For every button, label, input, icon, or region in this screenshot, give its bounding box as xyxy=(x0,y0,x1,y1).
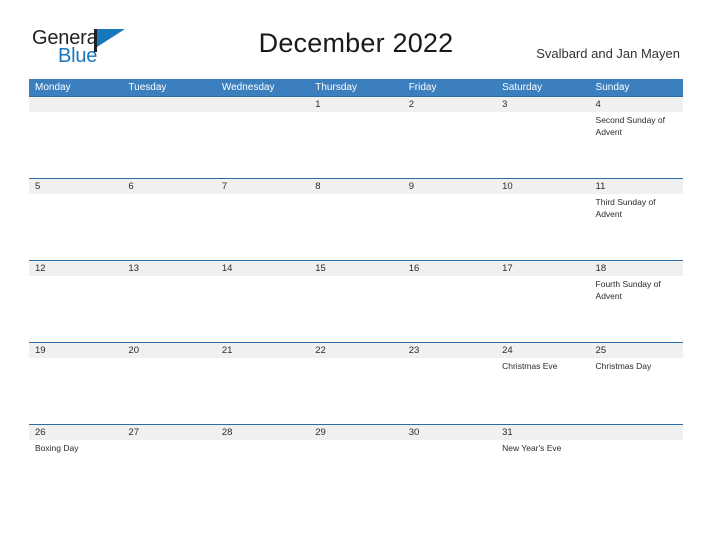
day-event xyxy=(309,358,402,424)
day-event xyxy=(216,194,309,260)
day-number[interactable]: 8 xyxy=(309,179,402,194)
day-event xyxy=(403,112,496,178)
weekday-header-monday: Monday xyxy=(35,82,71,93)
weekday-header-sunday: Sunday xyxy=(595,82,630,93)
day-number[interactable]: 27 xyxy=(122,425,215,440)
week-date-band: 12 13 14 15 16 17 18 xyxy=(29,261,683,276)
day-number[interactable]: 5 xyxy=(29,179,122,194)
day-number[interactable]: 21 xyxy=(216,343,309,358)
day-event xyxy=(216,276,309,342)
day-number[interactable]: 19 xyxy=(29,343,122,358)
day-event xyxy=(29,358,122,424)
day-event xyxy=(403,358,496,424)
day-number[interactable]: 12 xyxy=(29,261,122,276)
week-date-band: 26 27 28 29 30 31 xyxy=(29,425,683,440)
day-event xyxy=(122,194,215,260)
day-event xyxy=(216,112,309,178)
day-number[interactable]: 18 xyxy=(590,261,683,276)
weekday-header-tuesday: Tuesday xyxy=(128,82,167,93)
page-header: General Blue December 2022 Svalbard and … xyxy=(0,0,712,66)
day-number[interactable] xyxy=(216,97,309,112)
day-event: New Year's Eve xyxy=(502,443,562,453)
weekday-header-friday: Friday xyxy=(408,82,437,93)
week-date-band: 1 2 3 4 xyxy=(29,97,683,112)
day-event xyxy=(309,112,402,178)
day-number[interactable]: 9 xyxy=(403,179,496,194)
day-event: Boxing Day xyxy=(35,443,79,453)
weekday-header-thursday: Thursday xyxy=(315,82,357,93)
day-number[interactable] xyxy=(122,97,215,112)
day-number[interactable]: 7 xyxy=(216,179,309,194)
day-number[interactable]: 26 xyxy=(29,425,122,440)
day-event: Christmas Eve xyxy=(502,361,558,371)
week-row: 26 27 28 29 30 31 Boxing Day New Year's … xyxy=(29,424,683,506)
day-number[interactable]: 22 xyxy=(309,343,402,358)
day-number[interactable]: 28 xyxy=(216,425,309,440)
day-number[interactable] xyxy=(29,97,122,112)
calendar-grid: Monday Tuesday Wednesday Thursday Friday… xyxy=(29,79,683,506)
day-number[interactable]: 14 xyxy=(216,261,309,276)
day-event xyxy=(29,112,122,178)
day-event xyxy=(590,440,683,506)
day-event xyxy=(29,276,122,342)
day-event xyxy=(122,276,215,342)
week-event-band: Third Sunday of Advent xyxy=(29,194,683,260)
day-event xyxy=(309,440,402,506)
day-event: Second Sunday of Advent xyxy=(595,115,666,137)
day-number[interactable]: 25 xyxy=(590,343,683,358)
day-event xyxy=(122,112,215,178)
day-event xyxy=(29,194,122,260)
day-number[interactable]: 24 xyxy=(496,343,589,358)
day-event xyxy=(403,194,496,260)
week-event-band: Fourth Sunday of Advent xyxy=(29,276,683,342)
week-row: 19 20 21 22 23 24 25 Christmas Eve Chris… xyxy=(29,342,683,424)
day-number[interactable]: 11 xyxy=(590,179,683,194)
day-number[interactable]: 16 xyxy=(403,261,496,276)
day-number[interactable]: 1 xyxy=(309,97,402,112)
region-subtitle: Svalbard and Jan Mayen xyxy=(536,46,680,61)
day-number[interactable]: 4 xyxy=(590,97,683,112)
day-event xyxy=(403,440,496,506)
week-event-band: Second Sunday of Advent xyxy=(29,112,683,178)
day-number[interactable]: 2 xyxy=(403,97,496,112)
weekday-header-wednesday: Wednesday xyxy=(221,82,275,93)
day-number[interactable]: 10 xyxy=(496,179,589,194)
day-number[interactable]: 29 xyxy=(309,425,402,440)
week-date-band: 5 6 7 8 9 10 11 xyxy=(29,179,683,194)
week-row: 12 13 14 15 16 17 18 Fourth Sunday of Ad… xyxy=(29,260,683,342)
day-event xyxy=(403,276,496,342)
day-number[interactable]: 3 xyxy=(496,97,589,112)
day-event xyxy=(309,194,402,260)
day-event xyxy=(122,358,215,424)
day-event xyxy=(309,276,402,342)
day-event xyxy=(496,194,589,260)
week-row: 5 6 7 8 9 10 11 Third Sunday of Advent xyxy=(29,178,683,260)
weekday-header-saturday: Saturday xyxy=(502,82,543,93)
day-number[interactable]: 20 xyxy=(122,343,215,358)
day-number[interactable]: 30 xyxy=(403,425,496,440)
day-number[interactable]: 23 xyxy=(403,343,496,358)
week-date-band: 19 20 21 22 23 24 25 xyxy=(29,343,683,358)
day-number[interactable]: 17 xyxy=(496,261,589,276)
day-number[interactable]: 13 xyxy=(122,261,215,276)
day-number[interactable]: 6 xyxy=(122,179,215,194)
calendar-page: General Blue December 2022 Svalbard and … xyxy=(0,0,712,550)
day-number[interactable]: 15 xyxy=(309,261,402,276)
day-event xyxy=(216,440,309,506)
day-event: Third Sunday of Advent xyxy=(595,197,656,219)
week-row: 1 2 3 4 Second Sunday of Advent xyxy=(29,96,683,178)
day-event: Fourth Sunday of Advent xyxy=(595,279,661,301)
day-event: Christmas Day xyxy=(595,361,652,371)
day-number[interactable] xyxy=(590,425,683,440)
day-number[interactable]: 31 xyxy=(496,425,589,440)
week-event-band: Boxing Day New Year's Eve xyxy=(29,440,683,506)
day-event xyxy=(496,276,589,342)
day-event xyxy=(122,440,215,506)
weekday-header-row: Monday Tuesday Wednesday Thursday Friday… xyxy=(29,79,683,96)
day-event xyxy=(496,112,589,178)
week-event-band: Christmas Eve Christmas Day xyxy=(29,358,683,424)
day-event xyxy=(216,358,309,424)
